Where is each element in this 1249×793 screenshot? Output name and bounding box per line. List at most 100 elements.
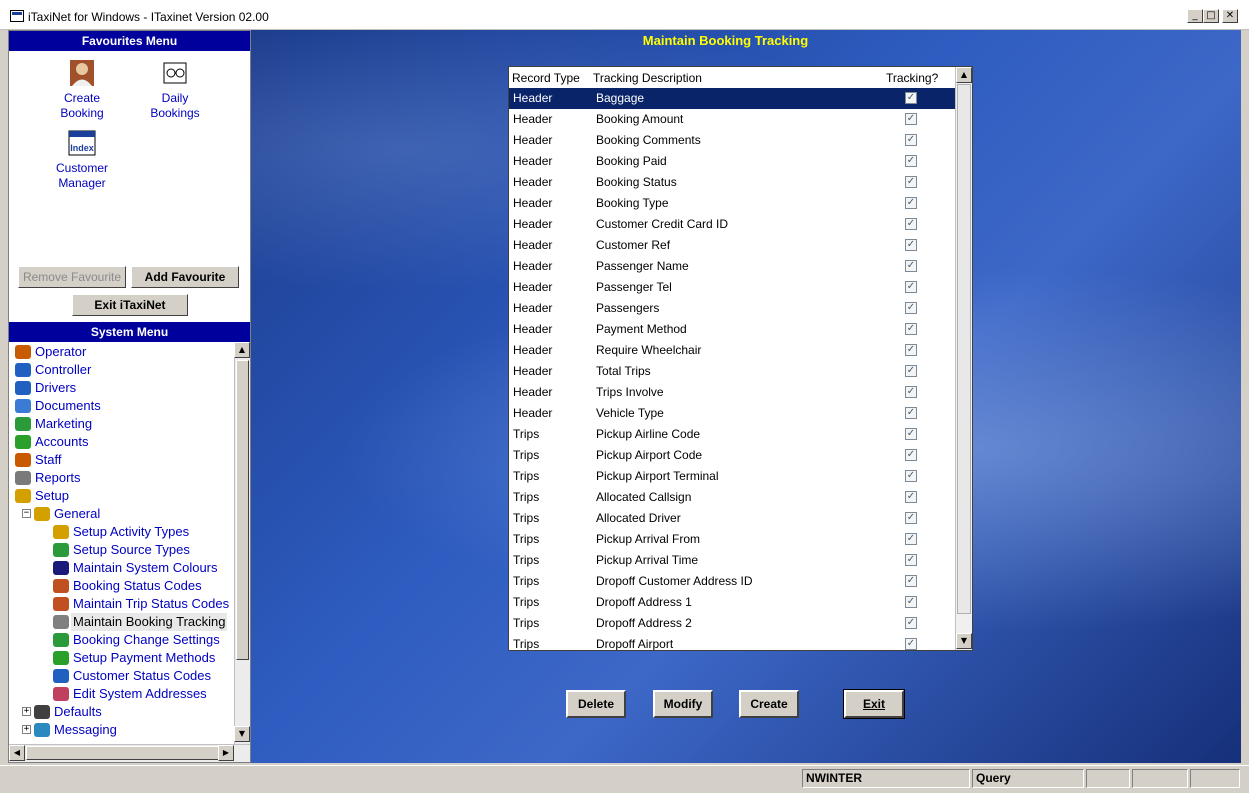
table-row[interactable]: Trips Dropoff Airport ✓	[509, 634, 955, 650]
minimize-icon[interactable]: _	[1187, 9, 1203, 23]
table-row[interactable]: Trips Pickup Airport Code ✓	[509, 445, 955, 466]
grid-scroll-up-icon[interactable]: ▲	[956, 67, 972, 83]
table-row[interactable]: Header Customer Credit Card ID ✓	[509, 214, 955, 235]
grid-scrollbar[interactable]: ▲ ▼	[955, 67, 972, 650]
tracking-checkbox[interactable]: ✓	[905, 218, 917, 230]
exit-button[interactable]: Exit	[843, 689, 905, 719]
table-row[interactable]: Header Booking Comments ✓	[509, 130, 955, 151]
expand-icon[interactable]: +	[22, 725, 31, 734]
table-row[interactable]: Header Require Wheelchair ✓	[509, 340, 955, 361]
table-row[interactable]: Trips Dropoff Address 2 ✓	[509, 613, 955, 634]
tracking-description-cell: Pickup Airline Code	[596, 427, 701, 441]
tracking-checkbox[interactable]: ✓	[905, 470, 917, 482]
tracking-checkbox[interactable]: ✓	[905, 92, 917, 104]
person-photo-icon	[67, 59, 97, 87]
booking-tracking-icon	[53, 615, 69, 629]
collapse-icon[interactable]: −	[22, 509, 31, 518]
tracking-checkbox[interactable]: ✓	[905, 239, 917, 251]
table-row[interactable]: Header Passenger Name ✓	[509, 256, 955, 277]
tracking-checkbox[interactable]: ✓	[905, 512, 917, 524]
tracking-checkbox[interactable]: ✓	[905, 302, 917, 314]
tracking-checkbox[interactable]: ✓	[905, 533, 917, 545]
table-row[interactable]: Header Vehicle Type ✓	[509, 403, 955, 424]
create-button[interactable]: Create	[739, 690, 799, 718]
tracking-checkbox[interactable]: ✓	[905, 260, 917, 272]
table-row[interactable]: Header Customer Ref ✓	[509, 235, 955, 256]
main-area: Maintain Booking Tracking Record Type Tr…	[251, 30, 1241, 763]
tracking-checkbox[interactable]: ✓	[905, 176, 917, 188]
tracking-checkbox[interactable]: ✓	[905, 596, 917, 608]
table-row[interactable]: Trips Allocated Callsign ✓	[509, 487, 955, 508]
tree-item-label: Accounts	[35, 434, 89, 449]
exit-itaxinet-button[interactable]: Exit iTaxiNet	[72, 294, 188, 316]
tracking-checkbox[interactable]: ✓	[905, 365, 917, 377]
add-favourite-button[interactable]: Add Favourite	[131, 266, 239, 288]
tracking-checkbox[interactable]: ✓	[905, 134, 917, 146]
table-row[interactable]: Trips Pickup Airline Code ✓	[509, 424, 955, 445]
col-record-type[interactable]: Record Type	[512, 71, 580, 85]
tracking-checkbox[interactable]: ✓	[905, 323, 917, 335]
tracking-checkbox[interactable]: ✓	[905, 449, 917, 461]
table-row[interactable]: Trips Pickup Airport Terminal ✓	[509, 466, 955, 487]
tracking-description-cell: Booking Amount	[596, 112, 684, 126]
scroll-down-icon[interactable]: ▼	[234, 726, 250, 742]
delete-button[interactable]: Delete	[566, 690, 626, 718]
table-row[interactable]: Trips Allocated Driver ✓	[509, 508, 955, 529]
tracking-checkbox[interactable]: ✓	[905, 575, 917, 587]
left-panel: Favourites Menu Create Booking Daily Boo…	[8, 30, 251, 763]
table-row[interactable]: Header Total Trips ✓	[509, 361, 955, 382]
record-type-cell: Header	[513, 196, 553, 210]
tracking-checkbox[interactable]: ✓	[905, 407, 917, 419]
tree-item-label: Setup	[35, 488, 69, 503]
tree-horizontal-scrollbar[interactable]: ◀ ▶	[9, 744, 250, 762]
tree-vertical-scrollbar[interactable]: ▲ ▼	[234, 342, 250, 744]
tracking-checkbox[interactable]: ✓	[905, 344, 917, 356]
tracking-checkbox[interactable]: ✓	[905, 491, 917, 503]
tracking-checkbox[interactable]: ✓	[905, 113, 917, 125]
fav-create-booking[interactable]: Create Booking	[42, 59, 122, 121]
table-row[interactable]: Header Payment Method ✓	[509, 319, 955, 340]
table-row[interactable]: Header Booking Status ✓	[509, 172, 955, 193]
tracking-checkbox[interactable]: ✓	[905, 638, 917, 650]
table-row[interactable]: Header Passenger Tel ✓	[509, 277, 955, 298]
table-row[interactable]: Header Passengers ✓	[509, 298, 955, 319]
customer-status-icon	[53, 669, 69, 683]
status-panel-3	[1086, 769, 1130, 788]
record-type-cell: Trips	[513, 469, 540, 483]
expand-icon[interactable]: +	[22, 707, 31, 716]
fav-customer-manager[interactable]: Index Customer Manager	[42, 129, 122, 191]
status-user: NWINTER	[802, 769, 970, 788]
table-row[interactable]: Header Booking Type ✓	[509, 193, 955, 214]
table-row[interactable]: Trips Pickup Arrival From ✓	[509, 529, 955, 550]
fav-label-line2: Bookings	[150, 106, 200, 120]
table-row[interactable]: Trips Dropoff Customer Address ID ✓	[509, 571, 955, 592]
scroll-up-icon[interactable]: ▲	[234, 342, 250, 358]
table-row[interactable]: Header Booking Paid ✓	[509, 151, 955, 172]
tracking-description-cell: Trips Involve	[596, 385, 664, 399]
tracking-checkbox[interactable]: ✓	[905, 428, 917, 440]
hscroll-thumb[interactable]	[26, 746, 226, 760]
tracking-checkbox[interactable]: ✓	[905, 155, 917, 167]
scroll-right-icon[interactable]: ▶	[218, 745, 234, 761]
tracking-checkbox[interactable]: ✓	[905, 197, 917, 209]
tracking-checkbox[interactable]: ✓	[905, 617, 917, 629]
table-row[interactable]: Header Trips Involve ✓	[509, 382, 955, 403]
scroll-left-icon[interactable]: ◀	[9, 745, 25, 761]
remove-favourite-button[interactable]: Remove Favourite	[18, 266, 126, 288]
table-row[interactable]: Trips Dropoff Address 1 ✓	[509, 592, 955, 613]
close-icon[interactable]: ✕	[1222, 9, 1238, 23]
table-row[interactable]: Header Baggage ✓	[509, 88, 955, 109]
tracking-checkbox[interactable]: ✓	[905, 386, 917, 398]
tracking-checkbox[interactable]: ✓	[905, 281, 917, 293]
grid-scroll-thumb[interactable]	[957, 84, 971, 614]
maximize-icon[interactable]: □	[1203, 9, 1219, 23]
modify-button[interactable]: Modify	[653, 690, 713, 718]
tracking-checkbox[interactable]: ✓	[905, 554, 917, 566]
col-tracking[interactable]: Tracking?	[886, 71, 938, 85]
grid-scroll-down-icon[interactable]: ▼	[956, 633, 972, 649]
table-row[interactable]: Trips Pickup Arrival Time ✓	[509, 550, 955, 571]
col-tracking-description[interactable]: Tracking Description	[593, 71, 702, 85]
table-row[interactable]: Header Booking Amount ✓	[509, 109, 955, 130]
fav-daily-bookings[interactable]: Daily Bookings	[135, 59, 215, 121]
scroll-thumb[interactable]	[236, 360, 249, 660]
